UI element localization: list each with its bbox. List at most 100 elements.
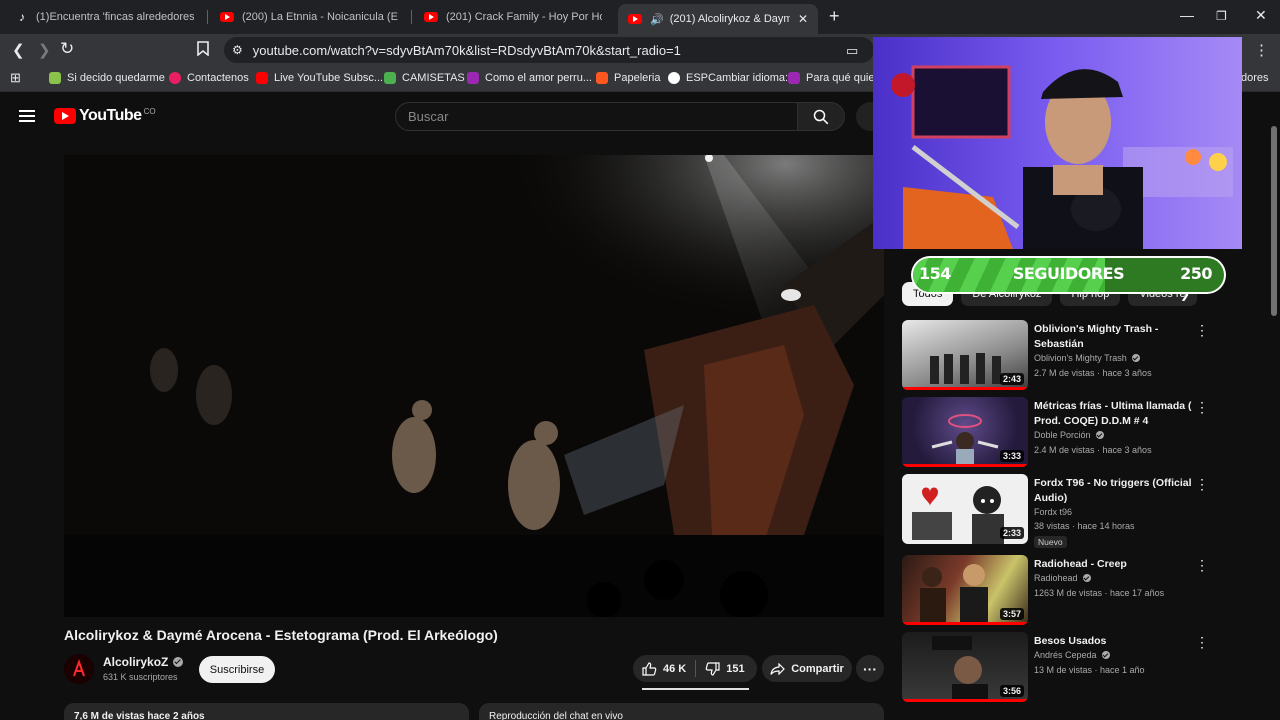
tiktok-icon: ♪: [19, 10, 25, 24]
verified-badge-icon: [1101, 651, 1110, 659]
recommendation-title: Métricas frías - Ultima llamada ( Prod. …: [1034, 400, 1192, 427]
recommendation-item[interactable]: 2:33 Fordx T96 - No triggers (Official A…: [902, 474, 1212, 548]
cast-icon[interactable]: ▭: [846, 43, 858, 59]
bookmark-item[interactable]: ESPCambiar idioma:: [668, 72, 788, 84]
channel-name: AlcolirykoZ: [103, 655, 169, 669]
youtube-icon: [424, 12, 438, 22]
bookmark-label: CAMISETAS: [402, 72, 465, 84]
bookmarks-overflow-label[interactable]: dores: [1241, 72, 1269, 84]
recommendation-title: Fordx T96 - No triggers (Official Audio): [1034, 477, 1192, 504]
url-text: youtube.com/watch?v=sdyvBtAm70k&list=RDs…: [252, 42, 681, 58]
new-tab-icon[interactable]: +: [829, 6, 840, 27]
kebab-menu-icon[interactable]: ⋮: [1195, 634, 1209, 651]
bookmark-item[interactable]: Como el amor perru...: [467, 72, 592, 84]
bookmark-favicon-icon: [384, 72, 396, 84]
back-icon[interactable]: ❮: [12, 41, 25, 59]
recommendation-item[interactable]: 2:43 Oblivion's Mighty Trash - Sebastián…: [902, 320, 1212, 392]
like-count: 46 K: [663, 662, 687, 675]
video-thumbnail[interactable]: 2:33: [902, 474, 1028, 544]
video-duration: 3:33: [999, 450, 1024, 462]
kebab-menu-icon[interactable]: ⋮: [1195, 322, 1209, 339]
goal-target-count: 250: [1180, 264, 1212, 283]
watch-progress-bar: [902, 699, 1028, 702]
dislike-button[interactable]: 151: [696, 655, 753, 682]
video-duration: 3:56: [999, 685, 1024, 697]
bookmark-item[interactable]: Live YouTube Subsc...: [256, 72, 383, 84]
live-chat-replay-box[interactable]: Reproducción del chat en vivo: [479, 703, 884, 720]
youtube-logo[interactable]: YouTube CO: [54, 107, 156, 125]
menu-icon[interactable]: ⋮: [1254, 41, 1269, 59]
video-thumbnail[interactable]: 3:57: [902, 555, 1028, 625]
bookmark-favicon-icon: [467, 72, 479, 84]
recommendation-meta: 38 vistas · hace 14 horas: [1034, 521, 1135, 531]
hamburger-menu-icon[interactable]: [19, 110, 35, 122]
watch-progress-bar: [902, 464, 1028, 467]
bookmark-label: Como el amor perru...: [485, 72, 592, 84]
subscribe-button[interactable]: Suscribirse: [199, 656, 275, 683]
recommendation-meta: 1263 M de vistas · hace 17 años: [1034, 588, 1165, 598]
browser-tab-3[interactable]: (201) Crack Family - Hoy Por Hoy ( Vi: [414, 4, 612, 30]
youtube-play-icon: [54, 108, 76, 124]
bookmark-label: ESPCambiar idioma:: [686, 72, 789, 84]
kebab-menu-icon[interactable]: ⋮: [1195, 557, 1209, 574]
recommendation-channel-row: Andrés Cepeda: [1034, 650, 1110, 660]
like-button[interactable]: 46 K: [633, 655, 695, 682]
forward-icon[interactable]: ❯: [38, 41, 51, 59]
country-code: CO: [143, 106, 156, 116]
bookmark-icon[interactable]: [197, 41, 209, 60]
bookmark-label: Papeleria: [614, 72, 661, 84]
description-box[interactable]: 7,6 M de vistas hace 2 años: [64, 703, 469, 720]
kebab-menu-icon[interactable]: ⋮: [1195, 476, 1209, 493]
channel-name-row[interactable]: AlcolirykoZ: [103, 655, 184, 669]
more-actions-button[interactable]: ···: [856, 655, 884, 682]
window-close-icon[interactable]: ✕: [1255, 7, 1267, 24]
video-thumbnail[interactable]: 3:56: [902, 632, 1028, 702]
reload-icon[interactable]: ↻: [60, 39, 74, 59]
bookmark-favicon-icon: [668, 72, 680, 84]
bookmark-item[interactable]: Para qué quiero: [788, 72, 884, 84]
recommendation-title: Oblivion's Mighty Trash - Sebastián: [1034, 323, 1159, 350]
bookmark-item[interactable]: Contactenos: [169, 72, 249, 84]
watch-progress-bar: [902, 622, 1028, 625]
browser-tab-2[interactable]: (200) La Etnnia - Noicanicula (El Ataq: [210, 4, 408, 30]
video-duration: 2:43: [999, 373, 1024, 385]
bookmark-favicon-icon: [256, 72, 268, 84]
recommendation-title: Besos Usados: [1034, 635, 1107, 647]
recommendation-channel: Oblivion's Mighty Trash: [1034, 353, 1127, 363]
kebab-menu-icon[interactable]: ⋮: [1195, 399, 1209, 416]
bookmark-item[interactable]: Si decido quedarme: [49, 72, 165, 84]
apps-grid-icon[interactable]: ⊞: [10, 70, 21, 86]
site-info-icon[interactable]: ⚙: [232, 43, 243, 57]
dislike-count: 151: [726, 662, 745, 675]
follower-goal-bar: 154 SEGUIDORES 250: [911, 256, 1226, 294]
minimize-icon[interactable]: —: [1180, 7, 1194, 23]
video-thumbnail[interactable]: 2:43: [902, 320, 1028, 390]
close-tab-icon[interactable]: ✕: [790, 12, 808, 26]
bookmark-item[interactable]: CAMISETAS: [384, 72, 465, 84]
page-scrollbar[interactable]: [1270, 98, 1278, 720]
verified-badge-icon: [173, 657, 184, 667]
search-input[interactable]: [408, 109, 797, 124]
browser-tab-bar: ♪ (1)Encuentra 'fincas alrededores de b …: [0, 0, 1280, 34]
browser-tab-4-active[interactable]: 🔊 (201) Alcolirykoz & Daymé Ar ✕: [618, 4, 818, 34]
like-dislike-bar: 46 K 151: [633, 655, 757, 682]
channel-avatar[interactable]: [64, 654, 94, 684]
recommendation-item[interactable]: 3:33 Métricas frías - Ultima llamada ( P…: [902, 397, 1212, 469]
bookmark-item[interactable]: Papeleria: [596, 72, 660, 84]
share-button[interactable]: Compartir: [762, 655, 852, 682]
video-player[interactable]: [64, 155, 884, 617]
tab-title: (201) Crack Family - Hoy Por Hoy ( Vi: [446, 11, 602, 23]
address-bar[interactable]: ⚙ youtube.com/watch?v=sdyvBtAm70k&list=R…: [224, 37, 874, 63]
browser-tab-1[interactable]: ♪ (1)Encuentra 'fincas alrededores de b: [6, 4, 204, 30]
youtube-icon: [628, 14, 642, 24]
bookmark-favicon-icon: [596, 72, 608, 84]
tab-separator: [207, 10, 208, 24]
video-thumbnail[interactable]: 3:33: [902, 397, 1028, 467]
live-chat-replay-label: Reproducción del chat en vivo: [489, 711, 623, 720]
recommendation-item[interactable]: 3:57 Radiohead - Creep Radiohead 1263 M …: [902, 555, 1212, 627]
maximize-icon[interactable]: ❐: [1216, 9, 1227, 23]
recommendation-item[interactable]: 3:56 Besos Usados Andrés Cepeda 13 M de …: [902, 632, 1212, 704]
scrollbar-thumb[interactable]: [1271, 126, 1277, 316]
youtube-logo-text: YouTube: [79, 107, 142, 124]
search-button[interactable]: [798, 102, 845, 131]
